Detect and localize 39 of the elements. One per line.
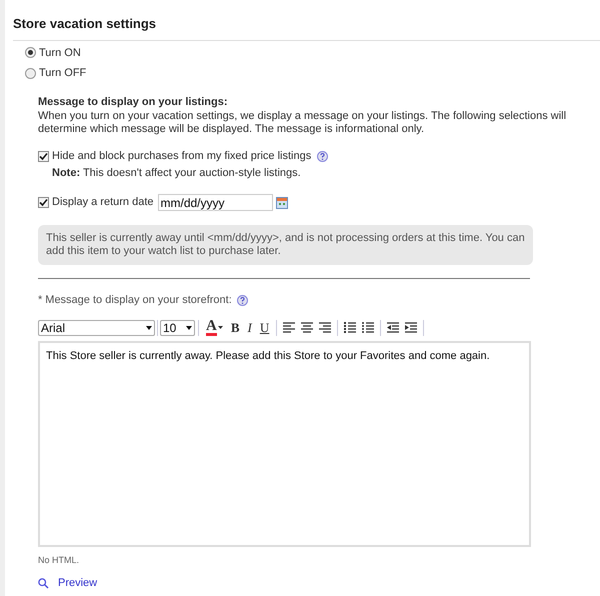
help-icon[interactable] (236, 294, 248, 306)
date-field[interactable]: mm/dd/yyyy (158, 194, 272, 211)
storefront-label: Message to display on your storefront: (45, 293, 232, 308)
outdent-icon[interactable] (386, 321, 400, 334)
required-mark: * (38, 293, 42, 308)
size-select[interactable]: 10 (160, 320, 195, 336)
align-left-icon[interactable] (282, 321, 296, 334)
radio-label: Turn OFF (39, 66, 86, 81)
storefront-message-editor[interactable]: This Store seller is currently away. Please add this Store to your Favorites and come again. (38, 340, 531, 546)
font-color-button[interactable]: A (202, 319, 227, 336)
checkbox[interactable] (38, 197, 49, 208)
bold-button[interactable]: B (226, 318, 244, 338)
caret-icon (218, 326, 223, 329)
preview-link[interactable]: Preview (58, 575, 98, 592)
checkbox-label: Display a return date (52, 195, 154, 210)
checkbox[interactable] (38, 150, 49, 162)
underline-button[interactable]: U (256, 318, 274, 338)
search-icon[interactable] (38, 578, 49, 589)
caret-icon (186, 326, 192, 330)
vacation-message-preview: This seller is currently away until <mm/dd/yyyy>, and is not processing orders at this time. You can add this item to your watch list to purchase later. (38, 225, 533, 265)
listings-heading: Message to display on your listings: (38, 94, 228, 110)
align-center-icon[interactable] (300, 321, 314, 334)
listings-description: When you turn on your vacation settings, we display a message on your listings. The following selections will determine which message will be displayed. The message is informational only. (38, 110, 568, 136)
help-icon[interactable] (317, 150, 328, 162)
indent-icon[interactable] (404, 321, 418, 334)
section-title: Store vacation settings (13, 15, 158, 33)
checkbox-label: Hide and block purchases from my fixed price listings (52, 149, 312, 164)
align-right-icon[interactable] (318, 321, 332, 334)
numbered-list-icon[interactable] (343, 321, 358, 334)
bulleted-list-icon[interactable] (361, 321, 376, 334)
italic-button[interactable]: I (244, 318, 256, 338)
radio-button[interactable] (25, 68, 36, 79)
caret-icon (146, 326, 152, 330)
font-select[interactable]: Arial (38, 320, 155, 336)
calendar-icon[interactable] (276, 196, 288, 208)
radio-button[interactable] (25, 47, 36, 58)
note-text: Note: This doesn't affect your auction-style listings. (51, 166, 302, 180)
radio-label: Turn ON (39, 46, 81, 60)
hint-text: No HTML. (38, 554, 80, 566)
